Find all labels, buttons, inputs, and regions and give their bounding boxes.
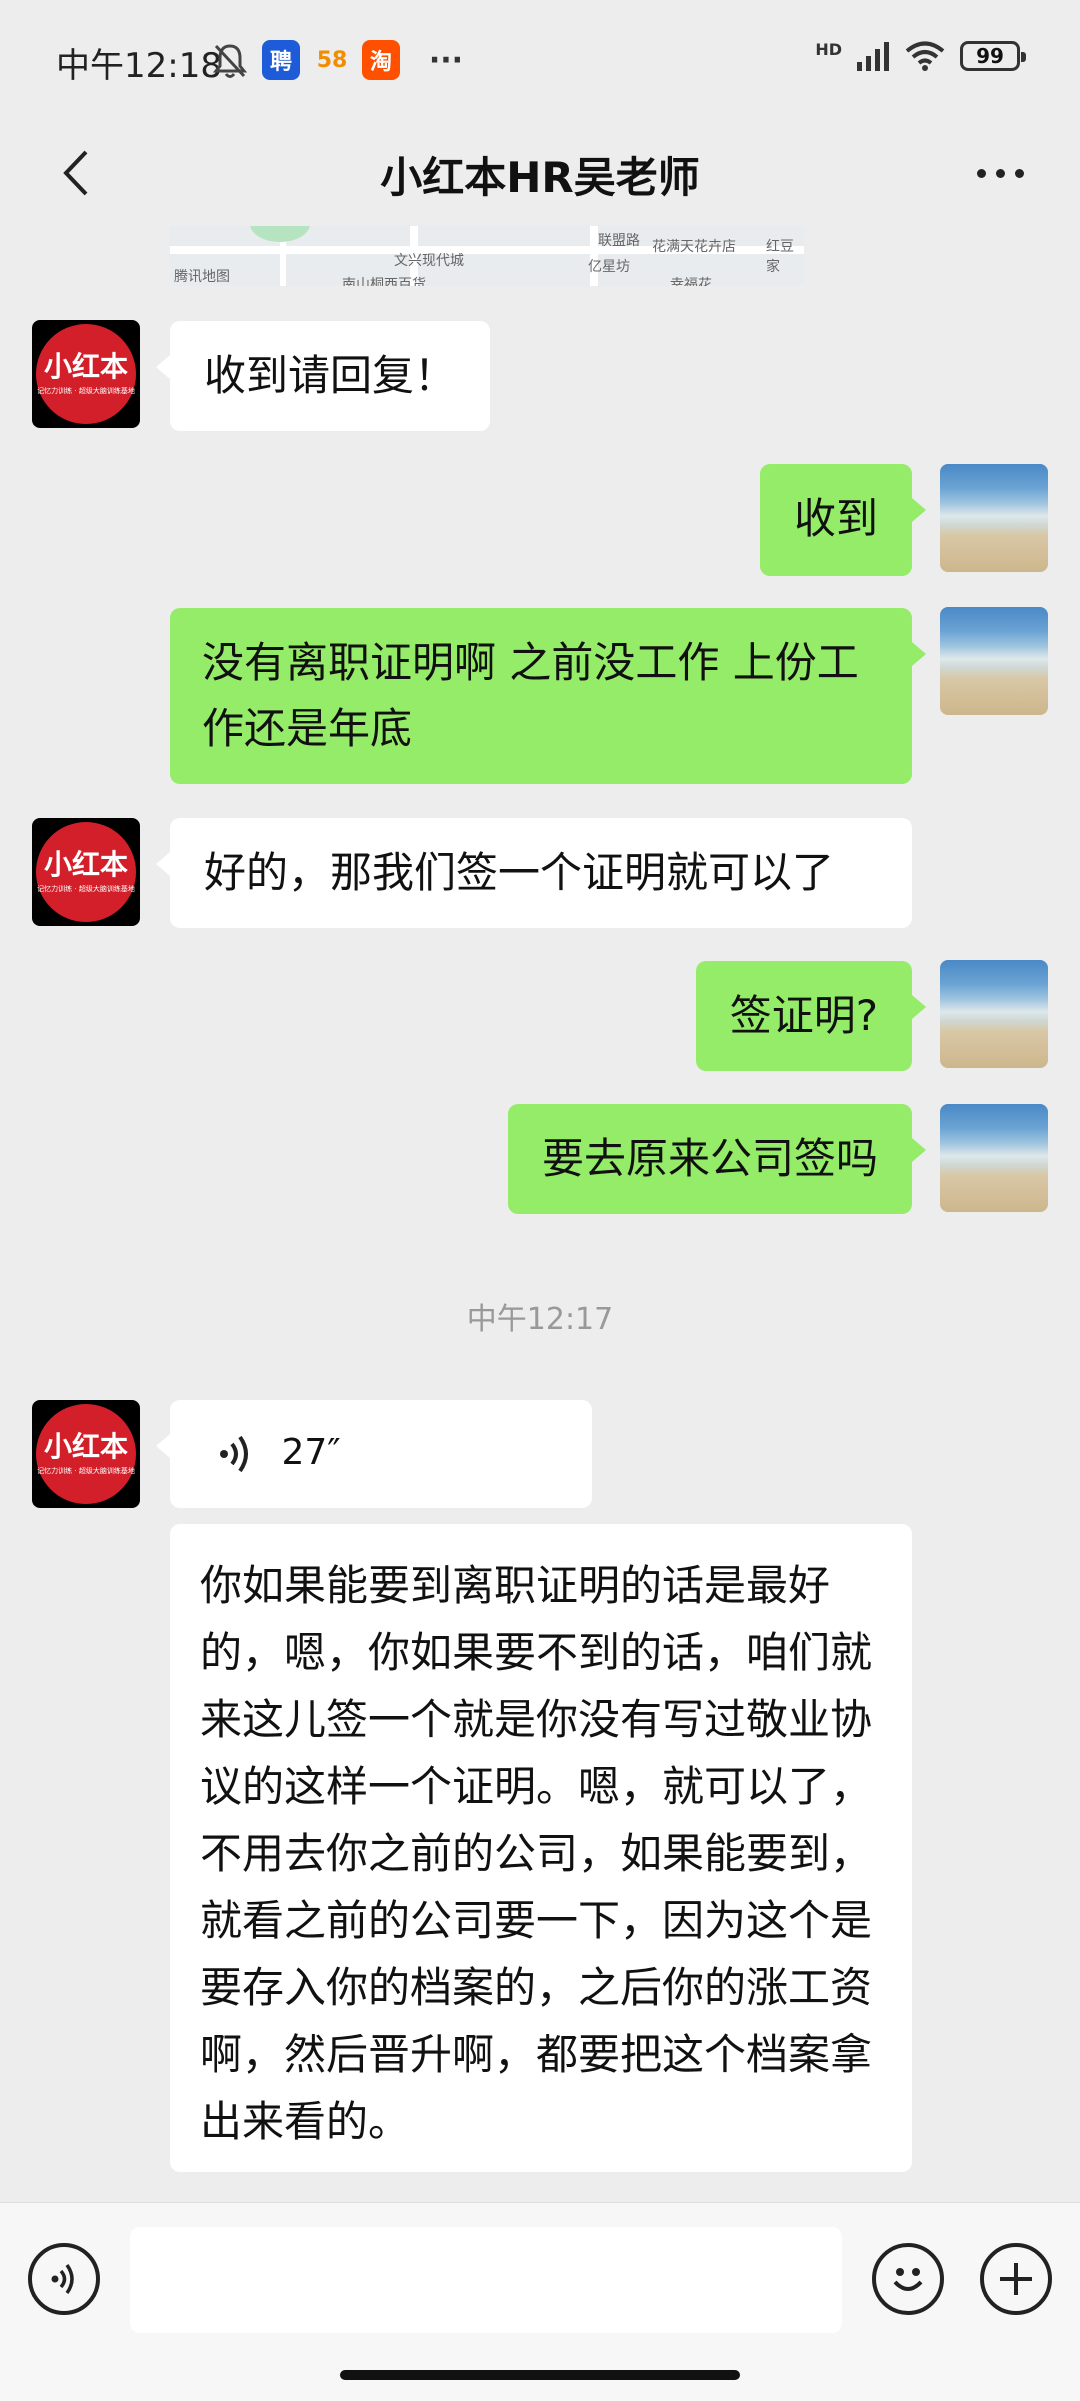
- message-text: 收到请回复！: [204, 351, 457, 400]
- message-bubble[interactable]: 要去原来公司签吗: [507, 1104, 927, 1214]
- voice-duration: 27″: [281, 1432, 341, 1473]
- emoji-button[interactable]: [872, 2243, 944, 2315]
- more-options-button[interactable]: [960, 138, 1040, 208]
- zhaopin-app-icon: 聘: [262, 40, 300, 80]
- voice-playback-icon: [220, 1435, 248, 1473]
- wifi-icon: [905, 41, 945, 71]
- message-text: 签证明?: [729, 991, 878, 1040]
- message-bubble[interactable]: 签证明?: [695, 961, 927, 1071]
- message-bubble[interactable]: 没有离职证明啊 之前没工作 上份工作还是年底: [170, 608, 926, 784]
- status-time: 中午12:18: [56, 46, 222, 86]
- transcript-text: 你如果能要到离职证明的话是最好的，嗯，你如果要不到的话，咱们就来这儿签一个就是你…: [200, 1561, 873, 2146]
- message-text: 收到: [793, 494, 878, 543]
- message-input[interactable]: [130, 2227, 842, 2333]
- taobao-app-icon: 淘: [362, 40, 400, 80]
- map-label: 幸福花: [670, 277, 712, 286]
- message-bubble[interactable]: 收到请回复！: [155, 321, 491, 431]
- more-dot-icon: [995, 168, 1005, 178]
- chat-title: 小红本HR吴老师: [380, 153, 700, 202]
- map-label: 文兴现代城: [394, 253, 464, 269]
- voice-input-icon: [51, 2263, 74, 2295]
- more-notifications-icon: ···: [428, 42, 464, 78]
- map-label: 联盟路: [598, 233, 640, 249]
- more-dot-icon: [976, 168, 986, 178]
- chat-header: 小红本HR吴老师: [0, 120, 1080, 226]
- more-dot-icon: [1014, 168, 1024, 178]
- map-label: 红豆家: [766, 239, 794, 275]
- message-text: 好的，那我们签一个证明就可以了: [204, 848, 835, 897]
- emoji-icon: [893, 2268, 923, 2291]
- map-logo: 腾讯地图: [174, 269, 230, 285]
- user-avatar[interactable]: [940, 1104, 1048, 1212]
- user-avatar[interactable]: [940, 464, 1048, 572]
- message-text: 没有离职证明啊 之前没工作 上份工作还是年底: [202, 638, 859, 753]
- home-indicator[interactable]: [340, 2370, 740, 2380]
- voice-input-button[interactable]: [28, 2243, 100, 2315]
- contact-avatar[interactable]: 小红本 记忆力训练 · 超级大脑训练基地: [32, 1400, 140, 1508]
- contact-avatar[interactable]: 小红本 记忆力训练 · 超级大脑训练基地: [32, 320, 140, 428]
- message-bubble[interactable]: 好的，那我们签一个证明就可以了: [156, 818, 912, 928]
- voice-message-bubble[interactable]: 27″: [156, 1400, 592, 1508]
- user-avatar[interactable]: [940, 960, 1048, 1068]
- map-label: 南山桐西百货: [342, 277, 426, 286]
- map-label: 花满天花卉店: [652, 239, 736, 255]
- message-timestamp: 中午12:17: [466, 1302, 614, 1337]
- mute-bell-icon: [212, 44, 248, 78]
- map-label: 亿星坊: [588, 259, 630, 275]
- signal-icon: [857, 42, 889, 71]
- 58-app-icon: 58: [316, 47, 348, 73]
- hd-label: HD: [815, 40, 842, 59]
- plus-icon: [1000, 2263, 1032, 2295]
- more-actions-button[interactable]: [980, 2243, 1052, 2315]
- message-bubble[interactable]: 收到: [759, 464, 927, 576]
- user-avatar[interactable]: [940, 607, 1048, 715]
- message-text: 要去原来公司签吗: [541, 1134, 878, 1183]
- voice-transcript[interactable]: 你如果能要到离职证明的话是最好的，嗯，你如果要不到的话，咱们就来这儿签一个就是你…: [170, 1524, 912, 2172]
- battery-icon: 99: [960, 41, 1026, 71]
- contact-avatar[interactable]: 小红本 记忆力训练 · 超级大脑训练基地: [32, 818, 140, 926]
- status-bar: 中午12:18 聘 58 淘 ··· HD 99: [0, 0, 1080, 120]
- location-map-preview[interactable]: 腾讯地图 文兴现代城 花满天花卉店 红豆家 亿星坊 南山桐西百货 幸福花 联盟路: [170, 226, 804, 286]
